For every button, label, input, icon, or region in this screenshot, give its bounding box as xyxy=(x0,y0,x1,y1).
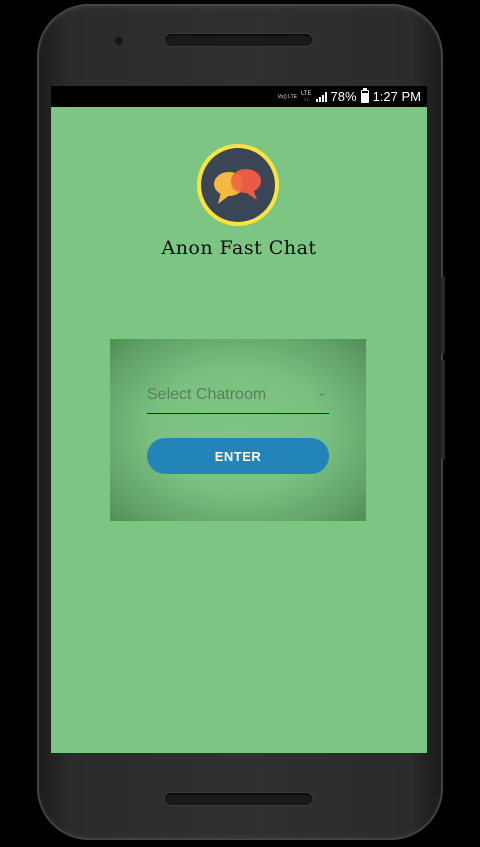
chatroom-select-placeholder: Select Chatroom xyxy=(147,386,267,403)
status-icons: Vo)) LTE LTE ↑↓ 78% 1:27 PM xyxy=(278,88,421,105)
chatroom-card: Select Chatroom ⌄ ENTER xyxy=(110,339,366,521)
battery-percent: 78% xyxy=(330,89,357,104)
app-title: Anon Fast Chat xyxy=(161,237,317,259)
logo-inner xyxy=(201,148,275,222)
enter-button[interactable]: ENTER xyxy=(147,438,329,474)
signal-icon xyxy=(315,91,327,102)
volte-label: Vo)) LTE xyxy=(277,93,297,100)
clock: 1:27 PM xyxy=(372,89,421,104)
volte-indicator: Vo)) LTE xyxy=(278,94,297,100)
volume-button xyxy=(441,276,445,354)
front-camera xyxy=(115,37,123,45)
app-screen: Anon Fast Chat Select Chatroom ⌄ ENTER xyxy=(51,107,427,753)
app-logo xyxy=(197,144,279,226)
chat-bubbles-icon xyxy=(214,169,261,204)
battery-level xyxy=(361,93,368,102)
power-button xyxy=(441,360,445,460)
bottom-speaker xyxy=(165,793,312,805)
top-speaker xyxy=(165,34,312,46)
chevron-down-icon: ⌄ xyxy=(316,385,327,399)
screen: Vo)) LTE LTE ↑↓ 78% 1:27 PM Anon Fast Ch… xyxy=(51,86,427,753)
status-bar: Vo)) LTE LTE ↑↓ 78% 1:27 PM xyxy=(51,86,427,107)
battery-icon xyxy=(360,88,369,103)
lte-indicator: LTE ↑↓ xyxy=(300,90,312,103)
chatroom-select[interactable]: Select Chatroom ⌄ xyxy=(147,379,329,414)
